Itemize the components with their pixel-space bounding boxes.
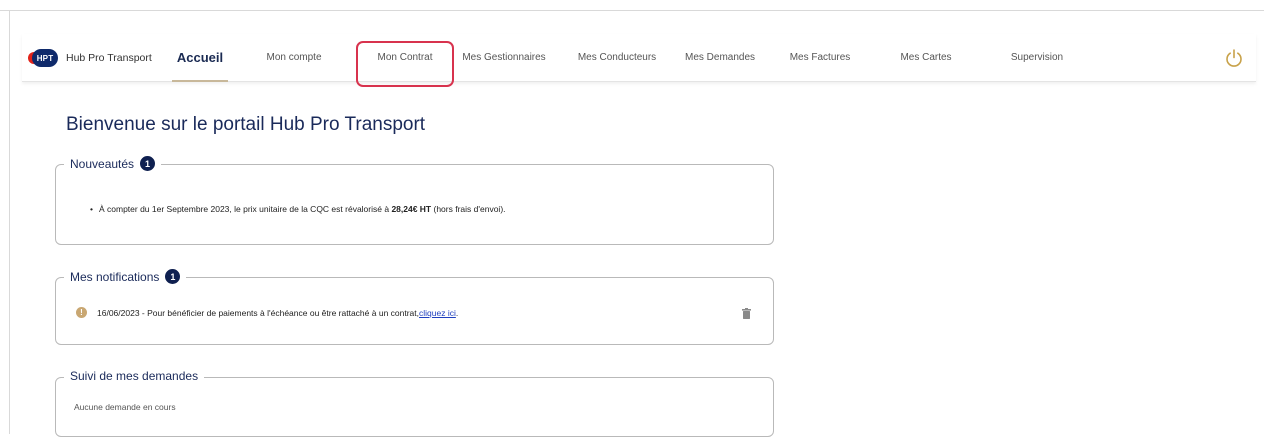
mon-contrat-highlight-box bbox=[356, 41, 454, 87]
top-navigation-bar: HPT Hub Pro Transport Accueil Mon compte… bbox=[22, 34, 1256, 82]
nav-tab-supervision[interactable]: Supervision bbox=[1002, 34, 1072, 81]
news-count-badge: 1 bbox=[140, 156, 156, 171]
requests-empty-text: Aucune demande en cours bbox=[74, 402, 176, 412]
warning-icon: ! bbox=[76, 307, 87, 318]
requests-panel: Suivi de mes demandes Aucune demande en … bbox=[55, 369, 774, 437]
news-text-before: À compter du 1er Septembre 2023, le prix… bbox=[98, 204, 392, 214]
brand-name: Hub Pro Transport bbox=[66, 52, 152, 64]
nav-tab-mes-conducteurs[interactable]: Mes Conducteurs bbox=[572, 34, 662, 81]
brand[interactable]: HPT Hub Pro Transport bbox=[28, 48, 152, 68]
news-legend: Nouveautés 1 bbox=[64, 156, 162, 171]
notification-text: 16/06/2023 - Pour bénéficier de paiement… bbox=[97, 307, 419, 318]
requests-legend-label: Suivi de mes demandes bbox=[70, 369, 199, 383]
nav-tab-mes-demandes[interactable]: Mes Demandes bbox=[680, 34, 760, 81]
news-legend-label: Nouveautés bbox=[70, 156, 135, 171]
news-text-after: (hors frais d'envoi). bbox=[431, 204, 506, 214]
page-title: Bienvenue sur le portail Hub Pro Transpo… bbox=[66, 114, 426, 135]
nav-tab-mes-factures[interactable]: Mes Factures bbox=[784, 34, 856, 81]
notifications-legend-label: Mes notifications bbox=[70, 269, 160, 284]
nav-tab-accueil[interactable]: Accueil bbox=[172, 34, 228, 82]
news-bullet: • bbox=[90, 204, 93, 214]
news-panel: Nouveautés 1 • À compter du 1er Septembre… bbox=[55, 156, 774, 245]
requests-legend: Suivi de mes demandes bbox=[64, 369, 205, 383]
hpt-logo-icon: HPT bbox=[28, 49, 60, 67]
nav-tab-mes-cartes[interactable]: Mes Cartes bbox=[894, 34, 958, 81]
news-item: • À compter du 1er Septembre 2023, le pri… bbox=[90, 204, 506, 214]
power-icon[interactable] bbox=[1224, 48, 1244, 68]
cliquez-ici-link[interactable]: cliquez ici bbox=[419, 308, 456, 318]
left-border bbox=[9, 10, 10, 434]
nav-tab-mon-compte[interactable]: Mon compte bbox=[264, 34, 324, 81]
top-border bbox=[0, 10, 1264, 11]
notifications-panel: Mes notifications 1 ! 16/06/2023 - Pour … bbox=[55, 269, 774, 345]
notifications-count-badge: 1 bbox=[165, 269, 181, 284]
news-price: 28,24€ HT bbox=[391, 204, 432, 214]
trash-icon[interactable] bbox=[742, 308, 751, 319]
nav-tab-mes-gestionnaires[interactable]: Mes Gestionnaires bbox=[454, 34, 554, 81]
notification-item: ! 16/06/2023 - Pour bénéficier de paieme… bbox=[76, 307, 458, 318]
notification-suffix: . bbox=[455, 307, 459, 318]
notifications-legend: Mes notifications 1 bbox=[64, 269, 187, 284]
